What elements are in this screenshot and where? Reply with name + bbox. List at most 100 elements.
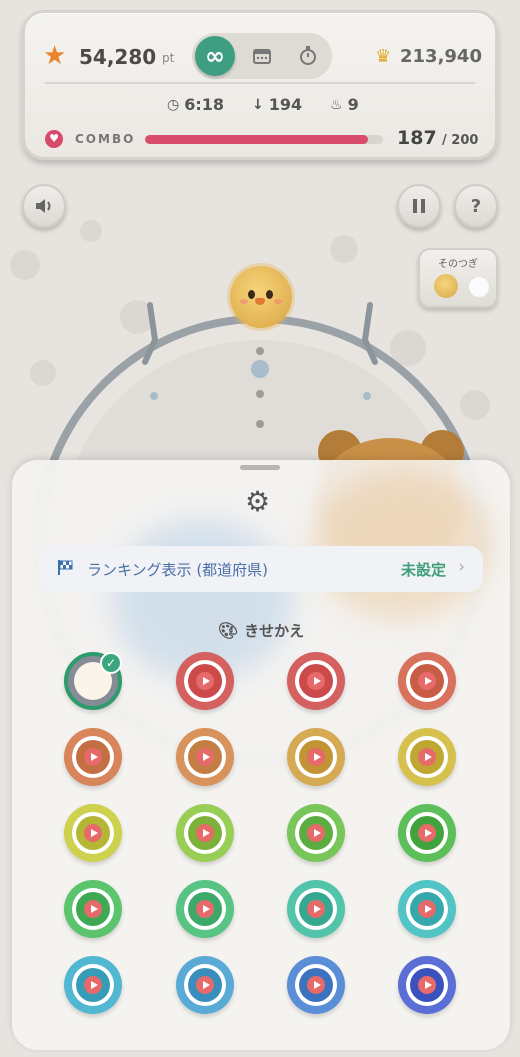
skin-option-locked[interactable] — [176, 652, 234, 710]
skin-option-locked[interactable] — [64, 880, 122, 938]
skin-ring — [406, 964, 448, 1006]
skin-ring — [72, 888, 114, 930]
skin-ring — [295, 888, 337, 930]
speaker-icon — [36, 199, 51, 213]
drop-guide-dot — [251, 360, 269, 378]
chick-beak — [255, 298, 265, 305]
skin-ring — [72, 812, 114, 854]
skin-title-text: きせかえ — [244, 622, 305, 640]
play-ad-icon — [84, 900, 102, 918]
skin-option-locked[interactable] — [398, 804, 456, 862]
skin-option-locked[interactable] — [398, 728, 456, 786]
settings-sheet: ⚙ ランキング表示 (都道府県) 未設定 › 🎨︎ きせかえ ✓ — [12, 460, 510, 1050]
calendar-icon[interactable] — [242, 36, 282, 76]
skin-option-locked[interactable] — [287, 652, 345, 710]
skin-ring — [295, 736, 337, 778]
arrow-down-icon: ↓ — [252, 96, 264, 113]
skin-ring — [184, 736, 226, 778]
pause-button[interactable] — [397, 184, 441, 228]
heart-icon: ♥ — [45, 130, 63, 148]
skin-ring — [406, 812, 448, 854]
flame-icon: ♨ — [330, 96, 343, 113]
skin-swatch — [410, 892, 444, 926]
gear-icon: ⚙ — [245, 485, 271, 518]
play-ad-icon — [196, 748, 214, 766]
play-ad-icon — [84, 976, 102, 994]
flame-stat: ♨ 9 — [330, 95, 359, 114]
skin-option-locked[interactable] — [287, 728, 345, 786]
divider — [45, 82, 475, 84]
skin-ring — [406, 888, 448, 930]
next-queue: そのつぎ — [418, 248, 498, 308]
chick-blush — [240, 299, 248, 304]
stopwatch-icon[interactable] — [288, 36, 328, 76]
chick-eye — [248, 290, 255, 299]
skin-swatch — [188, 816, 222, 850]
skin-option-locked[interactable] — [287, 804, 345, 862]
skin-ring — [184, 888, 226, 930]
sound-button[interactable] — [22, 184, 66, 228]
skin-option-locked[interactable] — [176, 728, 234, 786]
skin-option-locked[interactable] — [176, 804, 234, 862]
skin-ring — [184, 812, 226, 854]
skin-option-locked[interactable] — [398, 652, 456, 710]
skin-option-locked[interactable] — [398, 880, 456, 938]
skin-ring — [184, 964, 226, 1006]
next-chick-piece — [434, 274, 458, 298]
current-chick-piece[interactable] — [230, 266, 292, 328]
time-stat: ◷ 6:18 — [167, 95, 224, 114]
skin-ring — [406, 660, 448, 702]
flame-value: 9 — [347, 95, 359, 114]
play-ad-icon — [307, 900, 325, 918]
play-ad-icon — [196, 900, 214, 918]
skin-option-locked[interactable] — [64, 804, 122, 862]
crown-icon: ♛ — [375, 46, 392, 67]
ranking-setting-row[interactable]: ランキング表示 (都道府県) 未設定 › — [37, 546, 483, 592]
skin-ring — [295, 964, 337, 1006]
next-white-piece — [468, 276, 490, 298]
skin-option-selected[interactable]: ✓ — [64, 652, 122, 710]
skin-ring — [406, 736, 448, 778]
clock-icon: ◷ — [167, 96, 180, 113]
play-ad-icon — [196, 976, 214, 994]
skin-swatch — [299, 816, 333, 850]
play-ad-icon — [196, 824, 214, 842]
skin-option-locked[interactable] — [64, 728, 122, 786]
skin-swatch — [76, 892, 110, 926]
play-ad-icon — [418, 824, 436, 842]
skin-swatch — [76, 816, 110, 850]
skin-swatch — [299, 892, 333, 926]
skin-option-locked[interactable] — [398, 956, 456, 1014]
skin-option-locked[interactable] — [287, 956, 345, 1014]
palette-icon: 🎨︎ — [217, 621, 239, 640]
next-label: そのつぎ — [438, 259, 478, 270]
drop-guide-dot — [363, 392, 371, 400]
drop-guide-dot — [256, 390, 264, 398]
play-ad-icon — [307, 824, 325, 842]
combo-progress-bar — [145, 135, 383, 144]
skin-ring — [72, 736, 114, 778]
skin-section-title: 🎨︎ きせかえ — [12, 620, 510, 641]
sheet-handle[interactable] — [240, 465, 280, 470]
play-ad-icon — [196, 672, 214, 690]
skin-option-locked[interactable] — [176, 880, 234, 938]
skin-swatch — [188, 892, 222, 926]
skin-option-locked[interactable] — [287, 880, 345, 938]
skin-option-locked[interactable] — [176, 956, 234, 1014]
score-unit: pt — [162, 51, 175, 65]
chick-blush — [274, 299, 282, 304]
skin-swatch — [410, 664, 444, 698]
drops-stat: ↓ 194 — [252, 95, 302, 114]
pause-icon — [413, 199, 425, 213]
skin-ring — [295, 660, 337, 702]
star-icon: ★ — [43, 41, 67, 71]
skin-option-locked[interactable] — [64, 956, 122, 1014]
combo-label: COMBO — [75, 132, 136, 146]
infinity-icon[interactable]: ∞ — [195, 36, 235, 76]
skin-swatch — [188, 968, 222, 1002]
play-ad-icon — [418, 672, 436, 690]
help-button[interactable]: ? — [454, 184, 498, 228]
mode-switch: ∞ — [192, 33, 332, 79]
skin-swatch — [299, 740, 333, 774]
skin-swatch — [76, 968, 110, 1002]
